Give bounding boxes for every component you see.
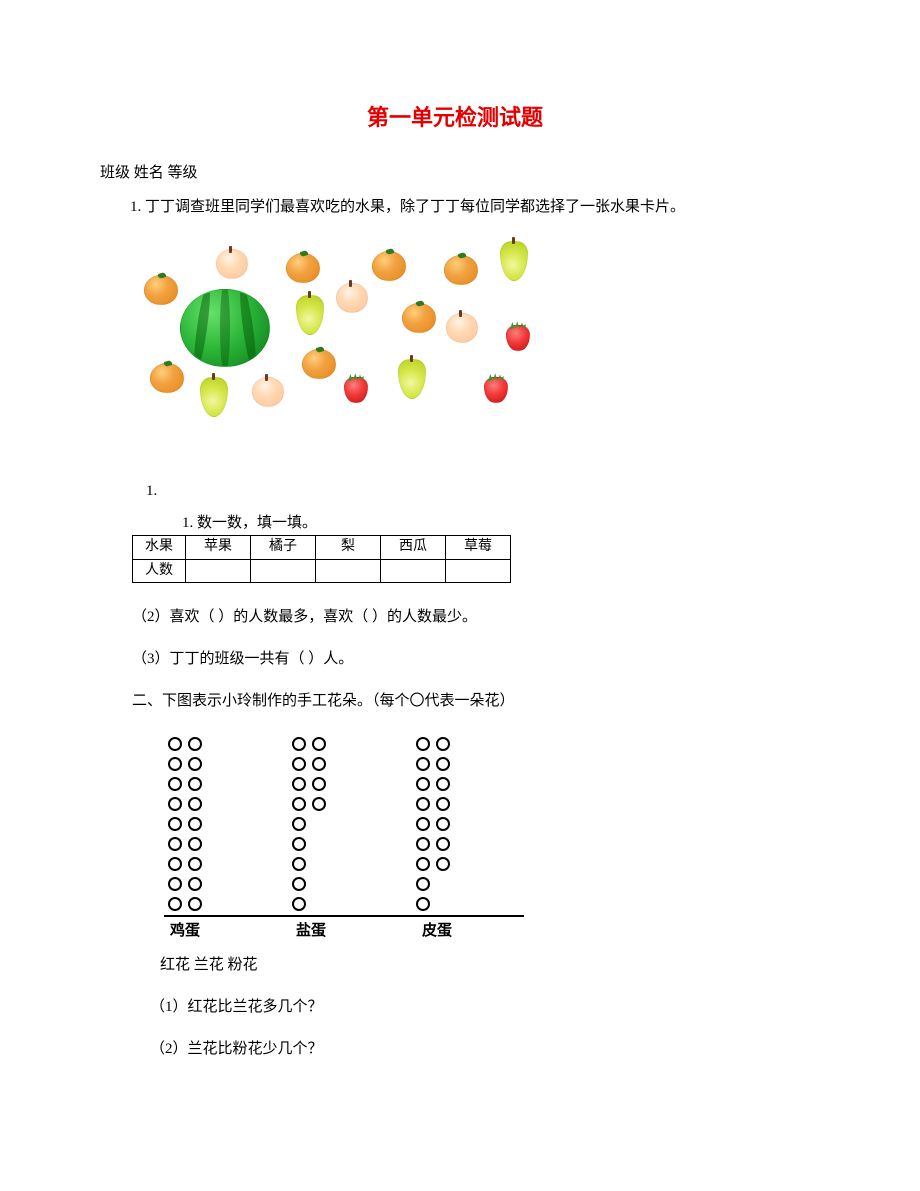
row-header-count: 人数 [133,559,186,582]
orange-icon [144,275,178,305]
table-row: 水果 苹果 橘子 梨 西瓜 草莓 [133,536,511,559]
fruit-illustration [144,237,564,457]
orange-icon [372,251,406,281]
q1-sub3: （3）丁丁的班级一共有（ ）人。 [132,647,810,671]
worksheet-page: 第一单元检测试题 班级 姓名 等级 1. 丁丁调查班里同学们最喜欢吃的水果，除了… [0,0,920,1191]
q2-sub2: （2）兰花比粉花少几个？ [150,1037,810,1061]
count-cell[interactable] [251,559,316,582]
q2-sub1: （1）红花比兰花多几个？ [150,995,810,1019]
strawberry-icon [484,377,508,403]
tally-labels: 鸡蛋 盐蛋 皮蛋 [164,917,524,943]
flower-labels: 红花 兰花 粉花 [160,953,810,977]
apple-icon [252,377,284,407]
q1-sub2: （2）喜欢（ ）的人数最多，喜欢（ ）的人数最少。 [132,605,810,629]
student-fields: 班级 姓名 等级 [100,161,810,185]
section2-intro: 二、下图表示小玲制作的手工花朵。（每个〇代表一朵花） [132,689,810,713]
q1-sub1: 1. 数一数，填一填。 [100,511,810,535]
row-header-item: 水果 [133,536,186,559]
pear-icon [296,295,324,335]
count-cell[interactable] [381,559,446,582]
q1-intro: 1. 丁丁调查班里同学们最喜欢吃的水果，除了丁丁每位同学都选择了一张水果卡片。 [100,195,810,219]
count-cell[interactable] [186,559,251,582]
apple-icon [216,249,248,279]
col-header: 橘子 [251,536,316,559]
apple-icon [336,283,368,313]
table-row: 人数 [133,559,511,582]
orange-icon [286,253,320,283]
orange-icon [402,303,436,333]
orange-icon [150,363,184,393]
pear-icon [200,377,228,417]
col-header: 苹果 [186,536,251,559]
q1-number: 1. [100,479,810,503]
col-header: 西瓜 [381,536,446,559]
orange-icon [302,349,336,379]
tally-col-2 [292,737,376,915]
tally-col-1 [168,737,252,915]
strawberry-icon [506,325,530,351]
watermelon-icon [180,289,270,367]
page-title: 第一单元检测试题 [100,100,810,135]
col-header: 草莓 [446,536,511,559]
tally-label: 盐蛋 [294,919,380,943]
tally-columns [164,731,524,917]
orange-icon [444,255,478,285]
count-cell[interactable] [316,559,381,582]
tally-diagram: 鸡蛋 盐蛋 皮蛋 [164,731,524,943]
apple-icon [446,313,478,343]
pear-icon [398,359,426,399]
tally-label: 鸡蛋 [168,919,254,943]
tally-label: 皮蛋 [420,919,506,943]
fruit-count-table: 水果 苹果 橘子 梨 西瓜 草莓 人数 [132,535,511,583]
col-header: 梨 [316,536,381,559]
tally-col-3 [416,737,500,915]
count-cell[interactable] [446,559,511,582]
strawberry-icon [344,377,368,403]
pear-icon [500,241,528,281]
